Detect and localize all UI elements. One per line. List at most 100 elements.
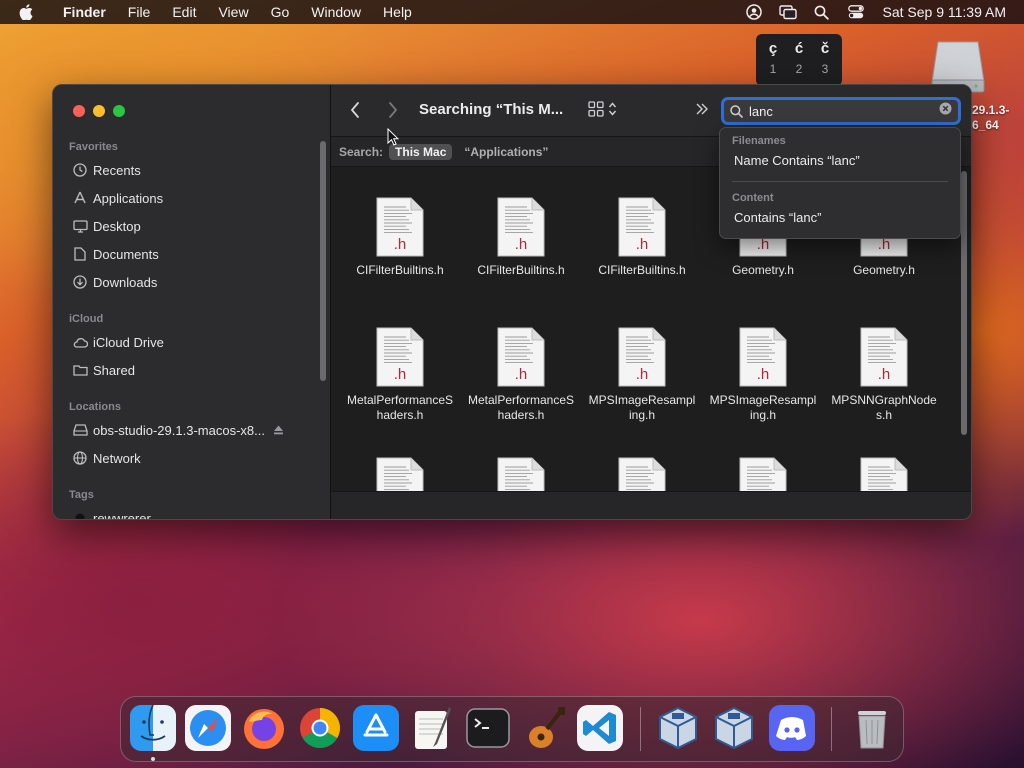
menu-go[interactable]: Go (260, 0, 301, 24)
header-file-icon: .h (497, 327, 545, 387)
file-extension-badge: .h (636, 366, 649, 383)
scope-label: Search: (339, 144, 384, 159)
file-item[interactable]: .h (830, 457, 938, 491)
sidebar-item-network[interactable]: Network (69, 446, 309, 470)
sidebar-item-applications[interactable]: Applications (69, 186, 309, 210)
dock-separator (640, 707, 641, 751)
accent-candidate[interactable]: č 3 (812, 38, 838, 86)
sidebar-section-tags: Tags (69, 489, 94, 501)
file-item[interactable]: .h MPSNNGraphNodes.h (830, 327, 938, 423)
cloud-icon (69, 337, 91, 348)
terminal-app-icon[interactable] (465, 705, 511, 751)
discord-app-icon[interactable] (769, 705, 815, 751)
sidebar-item-tag[interactable]: rewwrerer (69, 506, 309, 519)
search-field[interactable] (721, 97, 961, 125)
sidebar-item-icloud-drive[interactable]: iCloud Drive (69, 330, 309, 354)
screen-mirroring-icon[interactable] (771, 4, 805, 20)
accent-picker-popup: ç 1 ć 2 č 3 (756, 34, 842, 86)
scope-applications[interactable]: “Applications” (458, 144, 554, 160)
menu-view[interactable]: View (207, 0, 259, 24)
file-name: MPSImageResampling.h (709, 393, 817, 422)
sidebar-item-downloads[interactable]: Downloads (69, 270, 309, 294)
tag-dot-icon (69, 513, 91, 519)
file-name: MPSNNGraphNodes.h (831, 393, 937, 422)
file-item[interactable]: .h CIFilterBuiltins.h (467, 197, 575, 278)
user-account-icon[interactable] (737, 4, 771, 20)
zoom-button[interactable] (113, 105, 125, 117)
sidebar-item-shared[interactable]: Shared (69, 358, 309, 382)
menu-bar: Finder File Edit View Go Window Help Sat… (0, 0, 1024, 24)
file-extension-badge: .h (636, 236, 649, 253)
view-mode-button[interactable] (588, 101, 617, 117)
sidebar-scrollbar[interactable] (320, 141, 326, 381)
file-extension-badge: .h (515, 236, 528, 253)
trash-icon[interactable] (849, 705, 895, 751)
firefox-app-icon[interactable] (241, 705, 287, 751)
clear-search-icon[interactable] (939, 102, 952, 120)
app-store-icon[interactable] (353, 705, 399, 751)
file-extension-badge: .h (394, 236, 407, 253)
virtualbox-app-icon[interactable] (655, 705, 701, 751)
menu-help[interactable]: Help (372, 0, 423, 24)
window-title: Searching “This M... (419, 101, 564, 118)
dock (120, 696, 904, 762)
header-file-icon: .h (497, 197, 545, 257)
header-file-icon: .h (739, 457, 787, 491)
file-item[interactable]: .h (346, 457, 454, 491)
file-item[interactable]: .h MetalPerformanceShaders.h (467, 327, 575, 423)
accent-number: 2 (795, 62, 803, 76)
dock-separator (831, 707, 832, 751)
sidebar-item-obs-studio-volume[interactable]: obs-studio-29.1.3-macos-x8... (69, 418, 309, 442)
chrome-app-icon[interactable] (297, 705, 343, 751)
apple-menu[interactable] (0, 4, 52, 20)
search-icon (730, 104, 743, 118)
sidebar-item-documents[interactable]: Documents (69, 242, 309, 266)
menu-file[interactable]: File (117, 0, 162, 24)
eject-icon[interactable] (273, 423, 284, 438)
apple-icon (19, 4, 33, 20)
control-center-icon[interactable] (839, 5, 873, 19)
file-extension-badge: .h (515, 366, 528, 383)
file-item[interactable]: .h MetalPerformanceShaders.h (346, 327, 454, 423)
file-name: CIFilterBuiltins.h (356, 263, 444, 277)
menu-window[interactable]: Window (300, 0, 372, 24)
menu-clock[interactable]: Sat Sep 9 11:39 AM (873, 4, 1007, 20)
file-item[interactable]: .h (709, 457, 817, 491)
garageband-app-icon[interactable] (521, 705, 567, 751)
file-item[interactable]: .h CIFilterBuiltins.h (588, 197, 696, 278)
safari-app-icon[interactable] (185, 705, 231, 751)
sidebar-item-recents[interactable]: Recents (69, 158, 309, 182)
forward-button[interactable] (387, 101, 399, 124)
vscode-app-icon[interactable] (577, 705, 623, 751)
file-item[interactable]: .h MPSImageResampling.h (709, 327, 817, 423)
file-item[interactable]: .h (467, 457, 575, 491)
menu-edit[interactable]: Edit (161, 0, 207, 24)
file-item[interactable]: .h CIFilterBuiltins.h (346, 197, 454, 278)
virtualbox-vm-app-icon[interactable] (711, 705, 757, 751)
minimize-button[interactable] (93, 105, 105, 117)
back-button[interactable] (349, 101, 361, 124)
sidebar-item-desktop[interactable]: Desktop (69, 214, 309, 238)
suggestion-divider (732, 181, 948, 182)
suggestion-name-contains[interactable]: Name Contains “lanc” (734, 153, 860, 168)
finder-app-icon[interactable] (130, 704, 176, 751)
accent-number: 3 (821, 62, 829, 76)
accent-candidate[interactable]: ç 1 (760, 38, 786, 86)
sidebar-item-label: Documents (93, 246, 159, 262)
clock-icon (69, 163, 91, 177)
menu-finder[interactable]: Finder (52, 0, 117, 24)
accent-candidate[interactable]: ć 2 (786, 38, 812, 86)
spotlight-icon[interactable] (805, 5, 839, 20)
file-extension-badge: .h (394, 366, 407, 383)
content-scrollbar[interactable] (961, 171, 967, 435)
search-input[interactable] (749, 103, 929, 119)
close-button[interactable] (73, 105, 85, 117)
suggestion-content-contains[interactable]: Contains “lanc” (734, 210, 821, 225)
chevron-updown-icon (608, 102, 617, 116)
toolbar-overflow-icon[interactable] (695, 102, 709, 121)
textedit-app-icon[interactable] (409, 705, 455, 751)
file-item[interactable]: .h MPSImageResampling.h (588, 327, 696, 423)
file-item[interactable]: .h (588, 457, 696, 491)
file-extension-badge: .h (878, 366, 891, 383)
sidebar-section-locations: Locations (69, 401, 121, 413)
